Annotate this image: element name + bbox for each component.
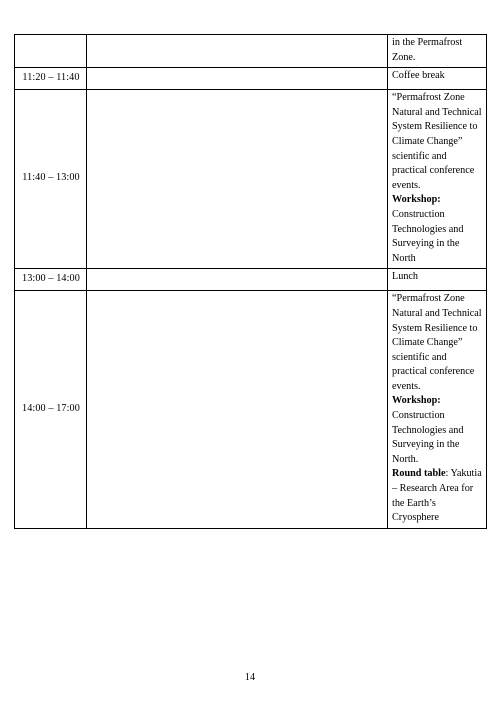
table-row: in the Permafrost Zone. [14, 33, 487, 69]
description-segment: “Permafrost Zone Natural and Technical S… [392, 293, 482, 392]
description-text: “Permafrost Zone Natural and Technical S… [392, 91, 483, 193]
conference-schedule-table: in the Permafrost Zone. 11:20 – 11:40 Co… [14, 33, 487, 529]
schedule-description-cell: “Permafrost Zone Natural and Technical S… [387, 290, 487, 529]
schedule-time-cell: 11:20 – 11:40 [14, 67, 87, 91]
description-text: Workshop: Construction Technologies and … [392, 394, 483, 467]
round-table-label: Round table [392, 468, 446, 480]
schedule-table-body: in the Permafrost Zone. 11:20 – 11:40 Co… [14, 33, 487, 529]
schedule-description-cell: “Permafrost Zone Natural and Technical S… [387, 89, 487, 270]
description-segment: Construction Technologies and Surveying … [392, 410, 464, 465]
description-text: Round table: Yakutia – Research Area for… [392, 467, 483, 525]
table-row: 13:00 – 14:00 Lunch [14, 268, 487, 292]
table-row: 11:20 – 11:40 Coffee break [14, 67, 487, 91]
document-page: in the Permafrost Zone. 11:20 – 11:40 Co… [0, 0, 500, 706]
description-segment: “Permafrost Zone Natural and Technical S… [392, 92, 482, 191]
schedule-middle-cell [86, 290, 388, 529]
description-text: Workshop: Construction Technologies and … [392, 193, 483, 266]
description-text: Coffee break [392, 70, 445, 82]
schedule-time-cell: 11:40 – 13:00 [14, 89, 87, 270]
schedule-description-cell: in the Permafrost Zone. [387, 33, 487, 69]
schedule-middle-cell [86, 67, 388, 91]
workshop-label: Workshop: [392, 395, 441, 407]
table-row: 14:00 – 17:00 “Permafrost Zone Natural a… [14, 290, 487, 529]
workshop-label: Workshop: [392, 194, 441, 206]
schedule-time-cell: 14:00 – 17:00 [14, 290, 87, 529]
table-row: 11:40 – 13:00 “Permafrost Zone Natural a… [14, 89, 487, 270]
description-segment: Construction Technologies and Surveying … [392, 208, 464, 264]
schedule-middle-cell [86, 33, 388, 69]
description-text: “Permafrost Zone Natural and Technical S… [392, 292, 483, 394]
schedule-time-cell: 13:00 – 14:00 [14, 268, 87, 292]
schedule-middle-cell [86, 268, 388, 292]
page-number: 14 [244, 672, 256, 683]
schedule-description-cell: Coffee break [387, 67, 487, 91]
description-text: in the Permafrost Zone. [392, 37, 463, 63]
schedule-time-cell [14, 33, 87, 69]
schedule-middle-cell [86, 89, 388, 270]
description-text: Lunch [392, 271, 419, 283]
schedule-description-cell: Lunch [387, 268, 487, 292]
